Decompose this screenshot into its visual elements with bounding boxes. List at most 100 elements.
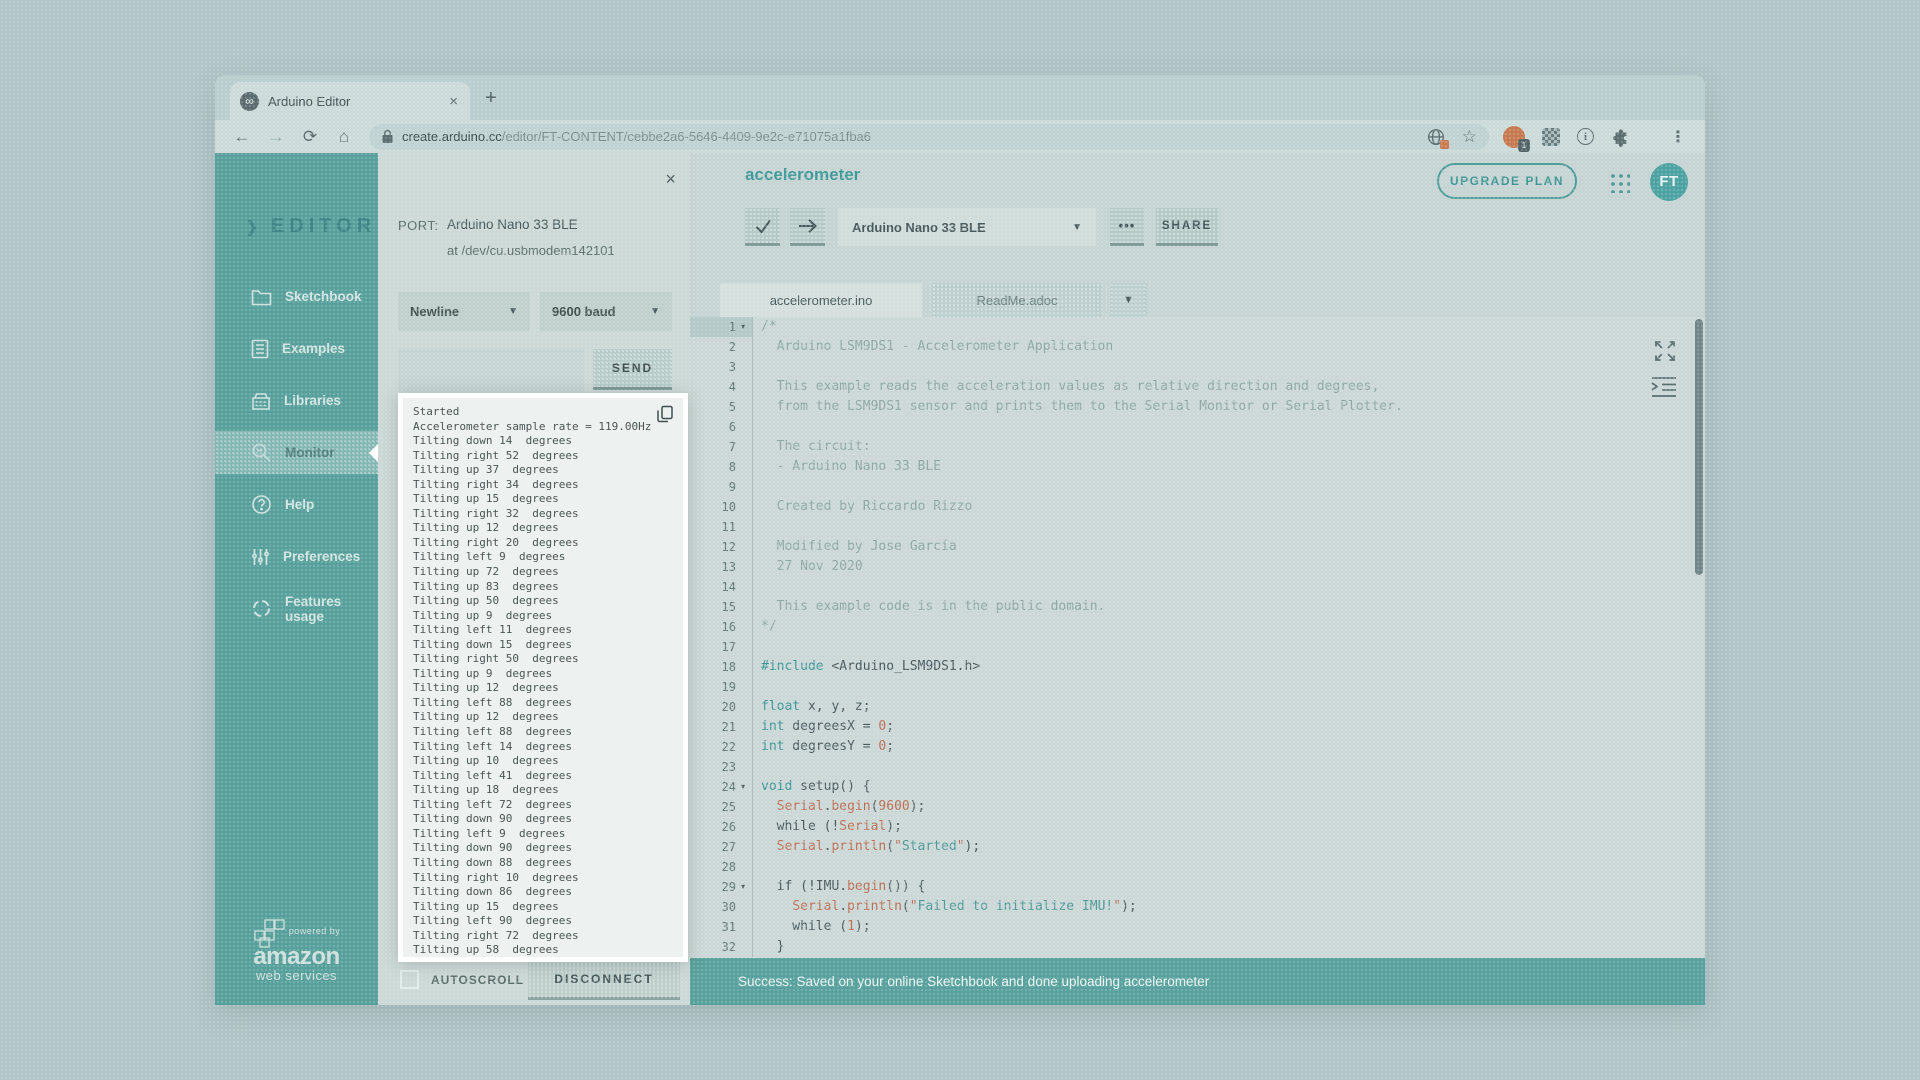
code-line: 24▾void setup() { [690, 777, 1705, 797]
line-number: 17 [690, 637, 741, 657]
address-bar[interactable]: create.arduino.cc/editor/FT-CONTENT/cebb… [369, 124, 1489, 150]
fold-arrow-icon[interactable]: ▾ [741, 877, 752, 897]
console-line: Tilting left 9 degrees [413, 550, 683, 565]
site-permissions-icon[interactable] [1426, 127, 1446, 147]
browser-tab[interactable]: ∞ Arduino Editor × [230, 82, 470, 120]
panel-close-icon[interactable]: × [665, 169, 676, 190]
bookmark-star-icon[interactable]: ☆ [1462, 127, 1477, 147]
serial-message-input[interactable] [398, 349, 584, 392]
app-grid-icon[interactable] [1608, 171, 1630, 193]
code-line: 16*/ [690, 617, 1705, 637]
code-text [752, 477, 769, 497]
fold-gutter [741, 477, 752, 497]
back-icon[interactable]: ← [225, 127, 259, 147]
board-select[interactable]: Arduino Nano 33 BLE ▼ [838, 208, 1096, 246]
fold-gutter [741, 697, 752, 717]
code-line: 19 [690, 677, 1705, 697]
code-text [752, 757, 769, 777]
code-text [752, 577, 769, 597]
reload-icon[interactable]: ⟳ [293, 127, 327, 147]
console-line: Tilting right 20 degrees [413, 536, 683, 551]
fold-gutter [741, 837, 752, 857]
share-button[interactable]: SHARE [1156, 208, 1218, 246]
code-line: 2 Arduino LSM9DS1 - Accelerometer Applic… [690, 337, 1705, 357]
tab-sketch-file[interactable]: accelerometer.ino [720, 283, 922, 317]
line-number: 32 [690, 937, 741, 957]
fold-gutter [741, 557, 752, 577]
active-item-notch [369, 444, 378, 462]
console-line: Tilting up 50 degrees [413, 594, 683, 609]
browser-menu-icon[interactable]: ⋮ [1670, 127, 1686, 147]
sidebar-item-sketchbook[interactable]: Sketchbook [215, 275, 378, 318]
more-options-button[interactable]: ••• [1110, 208, 1144, 246]
tab-list-dropdown[interactable]: ▼ [1110, 283, 1147, 317]
line-number: 9 [690, 477, 741, 497]
console-line: Tilting up 18 degrees [413, 783, 683, 798]
sidebar-item-preferences[interactable]: Preferences [215, 535, 378, 578]
folder-icon [251, 288, 272, 306]
sidebar-item-help[interactable]: Help [215, 483, 378, 526]
console-line: Tilting down 90 degrees [413, 812, 683, 827]
sidebar-item-label: Sketchbook [285, 289, 362, 304]
console-line: Tilting down 88 degrees [413, 856, 683, 871]
tab-close-icon[interactable]: × [447, 93, 460, 110]
sidebar-nav: Sketchbook Examples Libraries Monitor Help Pr… [215, 275, 378, 639]
sidebar-item-libraries[interactable]: Libraries [215, 379, 378, 422]
autoscroll-checkbox[interactable] [400, 970, 419, 989]
fold-gutter [741, 937, 752, 957]
tab-readme-file[interactable]: ReadMe.adoc [932, 283, 1102, 317]
sidebar-item-features-usage[interactable]: Features usage [215, 587, 378, 630]
fold-gutter [741, 397, 752, 417]
line-number: 27 [690, 837, 741, 857]
checkmark-icon [753, 216, 773, 236]
serial-console[interactable]: StartedAccelerometer sample rate = 119.0… [398, 393, 688, 962]
console-toggle-icon[interactable] [1650, 375, 1678, 399]
code-text [752, 357, 769, 377]
code-text: Serial.begin(9600); [752, 797, 925, 817]
upload-button[interactable] [790, 208, 825, 246]
new-tab-button[interactable]: + [485, 87, 497, 110]
upgrade-plan-button[interactable]: UPGRADE PLAN [1437, 163, 1577, 199]
line-number: 14 [690, 577, 741, 597]
fold-arrow-icon[interactable]: ▾ [741, 317, 752, 337]
line-number: 24 [690, 777, 741, 797]
app-content: ❯ EDITOR SketchbookExamplesLibrariesMoni… [215, 153, 1705, 1005]
line-ending-select[interactable]: Newline ▼ [398, 292, 530, 331]
code-line: 10 Created by Riccardo Rizzo [690, 497, 1705, 517]
code-text: Created by Riccardo Rizzo [752, 497, 972, 517]
sidebar-item-examples[interactable]: Examples [215, 327, 378, 370]
line-number: 7 [690, 437, 741, 457]
sketch-title: accelerometer [745, 165, 860, 185]
browser-profile-avatar[interactable]: 1 [1503, 126, 1525, 148]
info-icon[interactable]: i [1577, 128, 1594, 145]
disconnect-button[interactable]: DISCONNECT [528, 962, 680, 1000]
console-line: Tilting left 41 degrees [413, 769, 683, 784]
console-line: Tilting right 50 degrees [413, 652, 683, 667]
baud-rate-select[interactable]: 9600 baud ▼ [540, 292, 672, 331]
sidebar-item-label: Monitor [285, 445, 335, 460]
copy-icon[interactable] [655, 404, 675, 424]
extension-grid-icon[interactable] [1542, 128, 1560, 146]
puzzle-extensions-icon[interactable] [1611, 127, 1631, 147]
send-button[interactable]: SEND [593, 349, 672, 390]
serial-panel-footer: AUTOSCROLL DISCONNECT [378, 962, 690, 1005]
status-message: Success: Saved on your online Sketchbook… [738, 974, 1209, 989]
serial-monitor-panel: × PORT: Arduino Nano 33 BLE at /dev/cu.u… [378, 153, 690, 1005]
home-icon[interactable]: ⌂ [327, 127, 361, 147]
code-line: 4 This example reads the acceleration va… [690, 377, 1705, 397]
fullscreen-icon[interactable] [1652, 338, 1678, 364]
sidebar-item-monitor[interactable]: Monitor [215, 431, 378, 474]
code-editor[interactable]: 1▾/*2 Arduino LSM9DS1 - Accelerometer Ap… [690, 317, 1705, 958]
console-line: Tilting up 9 degrees [413, 609, 683, 624]
user-avatar[interactable]: FT [1650, 163, 1688, 201]
forward-icon[interactable]: → [259, 127, 293, 147]
editor-scrollbar[interactable] [1695, 319, 1703, 575]
code-text [752, 517, 769, 537]
fold-arrow-icon[interactable]: ▾ [741, 777, 752, 797]
sidebar-item-label: Libraries [284, 393, 341, 408]
verify-button[interactable] [745, 208, 780, 246]
console-line: Tilting up 83 degrees [413, 580, 683, 595]
line-number: 30 [690, 897, 741, 917]
lock-icon [381, 129, 394, 144]
console-line: Tilting up 15 degrees [413, 900, 683, 915]
